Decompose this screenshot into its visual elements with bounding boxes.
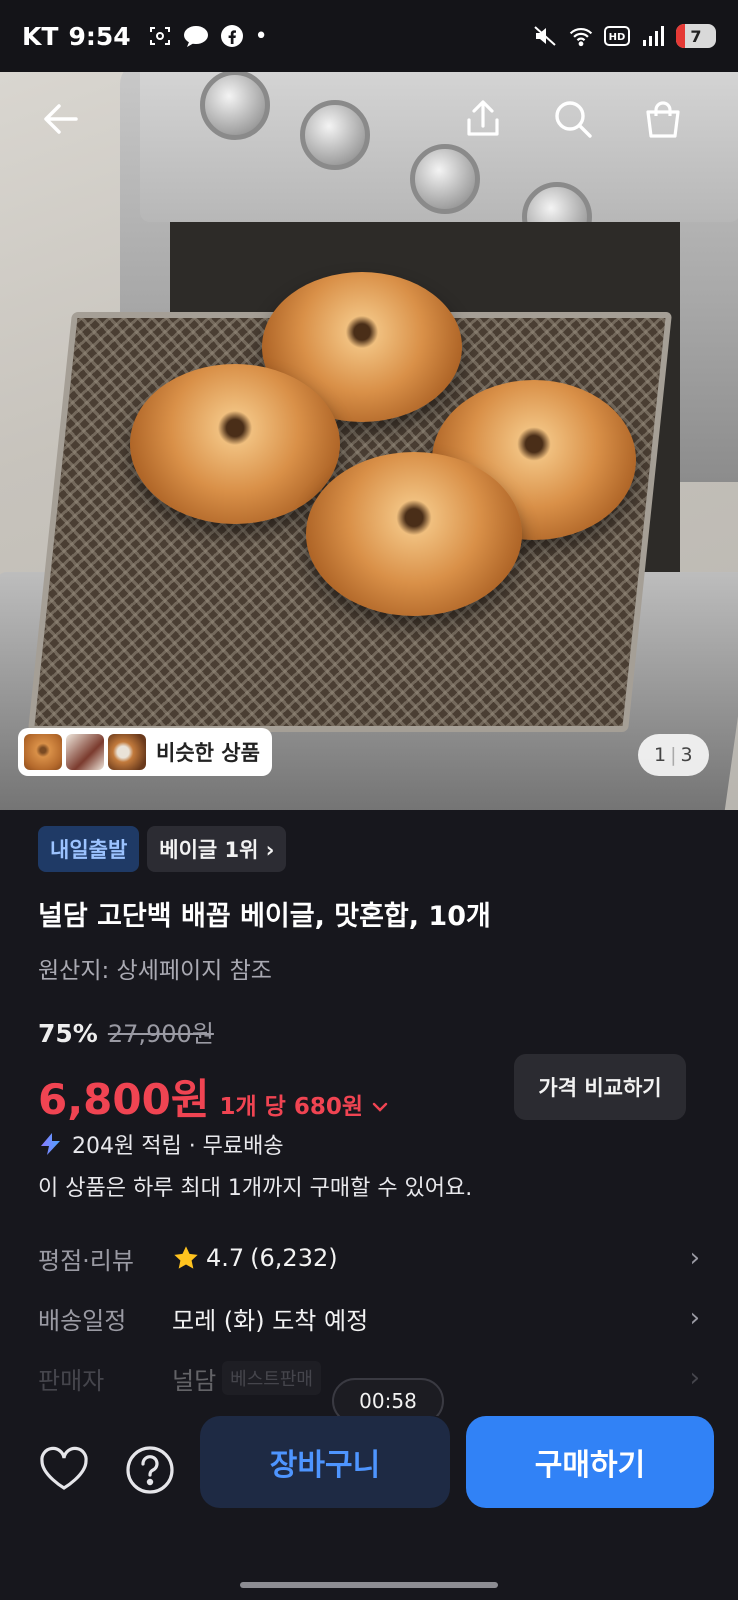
notification-dot-icon: • xyxy=(254,23,268,49)
chevron-right-icon: › xyxy=(689,1363,700,1393)
question-icon xyxy=(126,1446,174,1494)
carrier: KT xyxy=(22,21,59,51)
reward-text: 204원 적립 · 무료배송 xyxy=(72,1134,284,1159)
chevron-right-icon: › xyxy=(689,1243,700,1273)
similar-products-label: 비슷한 상품 xyxy=(156,741,260,765)
facebook-icon xyxy=(219,23,245,49)
hd-icon: HD xyxy=(604,23,630,49)
search-button[interactable] xyxy=(550,96,596,142)
home-indicator[interactable] xyxy=(240,1582,498,1588)
back-button[interactable] xyxy=(38,96,84,142)
chevron-right-icon: › xyxy=(689,1303,700,1333)
similar-products-button[interactable]: 비슷한 상품 xyxy=(18,728,272,776)
product-image[interactable] xyxy=(0,72,738,810)
wifi-icon xyxy=(568,23,594,49)
buy-now-button[interactable]: 구매하기 xyxy=(466,1416,714,1508)
lightning-point-icon xyxy=(41,1133,60,1155)
shipping-label: 배송일정 xyxy=(38,1306,127,1335)
reward-row: 204원 적립 · 무료배송 xyxy=(38,1128,284,1160)
battery-icon: 7 xyxy=(676,24,716,48)
shopping-bag-icon xyxy=(646,101,680,138)
seller-name: 널담 xyxy=(172,1366,217,1395)
shipping-value: 모레 (화) 도착 예정 xyxy=(172,1306,369,1335)
origin-text: 원산지: 상세페이지 참조 xyxy=(38,958,272,984)
purchase-limit-text: 이 상품은 하루 최대 1개까지 구매할 수 있어요. xyxy=(38,1176,473,1201)
star-icon xyxy=(174,1246,198,1269)
share-button[interactable] xyxy=(460,96,506,142)
clock: 9:54 xyxy=(68,21,131,51)
bottom-action-bar: 장바구니 구매하기 xyxy=(0,1416,738,1600)
unit-price-dropdown[interactable]: 1개 당 680원 xyxy=(220,1087,390,1121)
share-icon xyxy=(467,100,499,136)
pager-total: 3 xyxy=(680,744,693,766)
price-compare-button[interactable]: 가격 비교하기 xyxy=(514,1054,686,1120)
original-price: 27,900원 xyxy=(107,1020,214,1048)
heart-icon xyxy=(40,1446,88,1490)
price-row: 6,800원 1개 당 680원 xyxy=(38,1066,389,1127)
inquiry-button[interactable] xyxy=(122,1442,178,1498)
similar-thumbnail xyxy=(66,734,104,770)
seller-badge: 베스트판매 xyxy=(222,1361,321,1395)
search-icon xyxy=(555,101,592,138)
add-to-cart-button[interactable]: 장바구니 xyxy=(200,1416,450,1508)
back-arrow-icon xyxy=(44,104,78,134)
sale-price: 6,800원 xyxy=(38,1075,210,1124)
review-count: (6,232) xyxy=(250,1244,338,1272)
seller-label: 판매자 xyxy=(38,1366,105,1395)
pager-current: 1 xyxy=(654,744,667,766)
wishlist-button[interactable] xyxy=(36,1442,92,1498)
similar-thumbnail xyxy=(108,734,146,770)
status-bar: KT 9:54 • HD 7 xyxy=(0,0,738,72)
svg-text:HD: HD xyxy=(609,32,626,43)
mute-icon xyxy=(532,23,558,49)
rating-row[interactable]: 평점·리뷰 4.7 (6,232) › xyxy=(38,1234,700,1282)
delivery-badge: 내일출발 xyxy=(38,826,140,872)
shipping-row[interactable]: 배송일정 모레 (화) 도착 예정 › xyxy=(38,1294,700,1342)
talk-icon xyxy=(183,23,209,49)
discount-row: 75% 27,900원 xyxy=(38,1014,214,1049)
similar-thumbnail xyxy=(24,734,62,770)
shopping-bag-button[interactable] xyxy=(640,96,686,142)
product-title: 널담 고단백 배꼽 베이글, 맛혼합, 10개 xyxy=(38,901,491,932)
bagel xyxy=(130,364,340,524)
discount-rate: 75% xyxy=(38,1019,98,1048)
product-info: 내일출발 베이글 1위 › 널담 고단백 배꼽 베이글, 맛혼합, 10개 원산… xyxy=(38,826,700,1424)
image-pager: 1 | 3 xyxy=(638,734,709,776)
screenshot-icon xyxy=(147,23,173,49)
rating-value: 4.7 xyxy=(206,1244,245,1272)
bagel xyxy=(306,452,522,616)
signal-icon xyxy=(640,23,666,49)
category-rank-badge[interactable]: 베이글 1위 › xyxy=(147,826,287,872)
chevron-down-icon xyxy=(372,1102,388,1112)
rating-label: 평점·리뷰 xyxy=(38,1246,134,1275)
